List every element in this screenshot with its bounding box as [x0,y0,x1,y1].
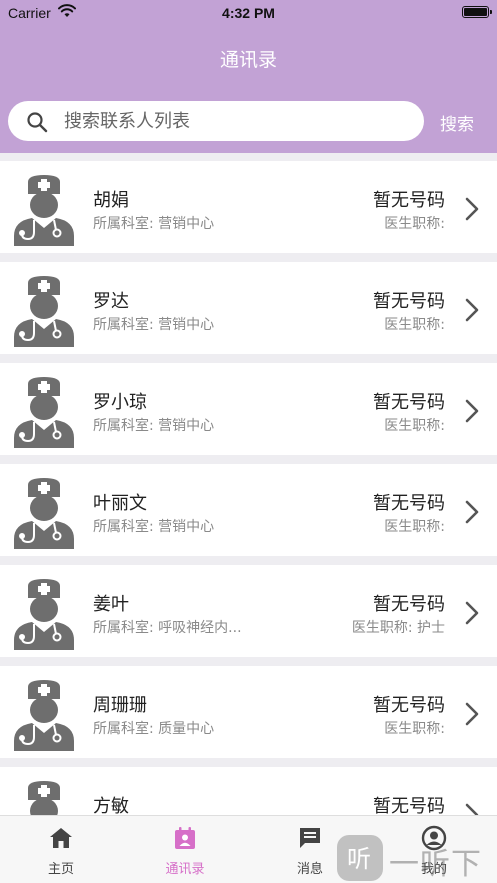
contact-card[interactable]: 周珊珊 所属科室: 质量中心 暂无号码 医生职称: [0,666,497,758]
avatar [12,677,76,751]
search-input[interactable] [64,101,414,141]
chevron-right-icon[interactable] [464,701,480,731]
search-icon [26,111,48,137]
contact-title: 医生职称: [384,721,445,737]
tab-home-label: 主页 [47,862,74,877]
contact-card[interactable]: 叶丽文 所属科室: 营销中心 暂无号码 医生职称: [0,464,497,556]
chevron-right-icon[interactable] [464,499,480,529]
contact-phone: 暂无号码 [373,291,445,312]
contact-name: 叶丽文 [93,493,147,514]
page-title: 通讯录 [219,49,277,71]
avatar [12,172,76,246]
contact-name: 胡娟 [93,190,129,211]
tab-contacts[interactable]: 通讯录 [130,816,240,883]
contact-phone: 暂无号码 [373,695,445,716]
chevron-right-icon[interactable] [464,196,480,226]
contact-card[interactable]: 罗达 所属科室: 营销中心 暂无号码 医生职称: [0,262,497,354]
tab-home[interactable]: 主页 [6,816,116,883]
watermark-text: 一听下载 [389,847,482,882]
avatar [12,374,76,448]
contact-card[interactable]: 姜叶 所属科室: 呼吸神经内... 暂无号码 医生职称: 护士 [0,565,497,657]
home-icon [48,825,74,855]
contact-department: 所属科室: 呼吸神经内... [93,620,242,636]
contact-department: 所属科室: 质量中心 [93,721,215,737]
status-time: 4:32 PM [222,5,275,21]
contact-title: 医生职称: 护士 [351,620,445,636]
watermark-logo-icon: 听 [337,835,383,881]
chevron-right-icon[interactable] [464,600,480,630]
contact-title: 医生职称: [384,418,445,434]
contact-title: 医生职称: [384,519,445,535]
svg-text:听: 听 [347,845,371,873]
avatar [12,273,76,347]
contact-name: 周珊珊 [93,695,147,716]
contact-department: 所属科室: 营销中心 [93,418,215,434]
avatar [12,475,76,549]
tab-contacts-label: 通讯录 [165,862,205,877]
battery-icon [462,6,492,18]
search-button[interactable]: 搜索 [440,110,474,135]
contact-name: 罗达 [93,291,129,312]
contact-department: 所属科室: 营销中心 [93,519,215,535]
contact-phone: 暂无号码 [373,392,445,413]
contacts-icon [172,825,198,855]
contact-card[interactable]: 罗小琼 所属科室: 营销中心 暂无号码 医生职称: [0,363,497,455]
header: Carrier 4:32 PM 通讯录 搜索 [0,0,497,153]
contact-phone: 暂无号码 [373,190,445,211]
contact-title: 医生职称: [384,317,445,333]
message-icon [297,825,323,855]
contact-department: 所属科室: 营销中心 [93,216,215,232]
contact-phone: 暂无号码 [373,594,445,615]
watermark: 听 一听下载 [337,835,497,882]
status-bar: Carrier 4:32 PM [0,0,497,28]
avatar [12,576,76,650]
contact-card[interactable]: 胡娟 所属科室: 营销中心 暂无号码 医生职称: [0,161,497,253]
contact-phone: 暂无号码 [373,493,445,514]
search-box[interactable] [8,101,424,141]
chevron-right-icon[interactable] [464,398,480,428]
contact-name: 姜叶 [93,594,129,615]
contact-department: 所属科室: 营销中心 [93,317,215,333]
chevron-right-icon[interactable] [464,297,480,327]
contact-name: 罗小琼 [93,392,147,413]
contact-title: 医生职称: [384,216,445,232]
